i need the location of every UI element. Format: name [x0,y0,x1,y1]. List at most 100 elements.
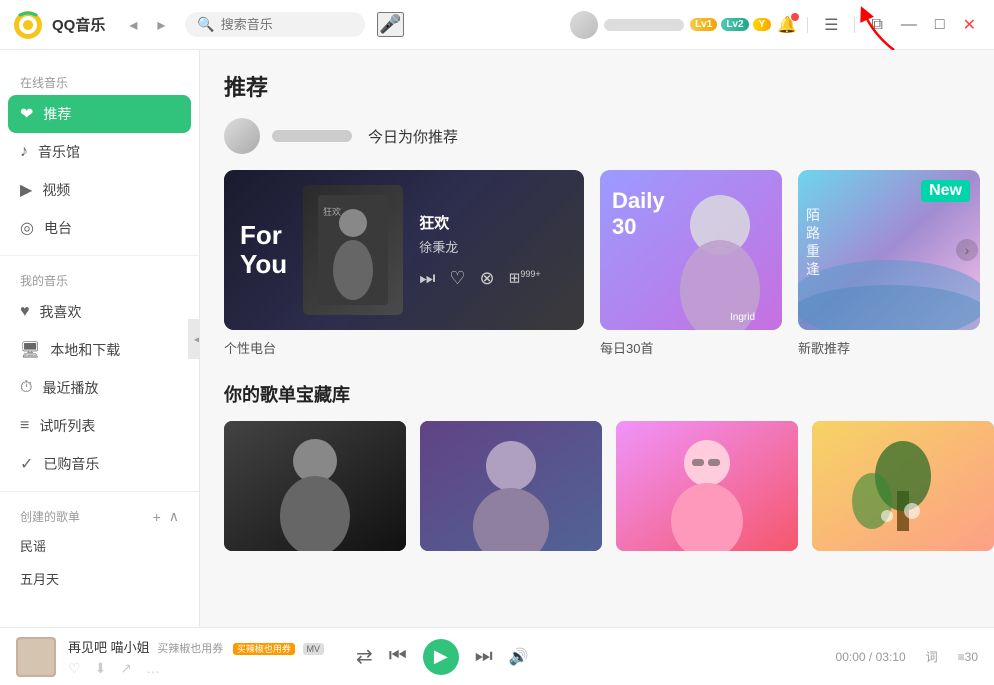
like-button[interactable]: ♡ [449,268,465,289]
next-track-button[interactable]: ⏭ [419,268,435,289]
search-bar: 🔍 [185,12,365,37]
mv-badge: MV [303,643,325,655]
daily-card-visual: Daily 30 Ingrid [600,170,782,330]
svg-text:重: 重 [806,243,820,259]
menu-button[interactable]: ☰ [818,13,844,37]
player-download-icon[interactable]: ⬇ [95,660,107,677]
close-button[interactable]: ✕ [957,13,982,37]
recommend-label: 今日为你推荐 [368,126,458,147]
svg-text:Ingrid: Ingrid [730,312,755,323]
user-area: Lv1 Lv2 Y 🔔 ☰ ⧉ — □ ✕ [570,11,982,39]
mic-button[interactable]: 🎤 [377,12,403,37]
player-more-icon[interactable]: … [146,660,160,677]
dislike-button[interactable]: ⊗ [480,268,495,289]
for-you-album-art: 狂欢 [303,185,403,315]
sidebar-item-radio[interactable]: ◎ 电台 [0,209,199,247]
my-section-title: 我的音乐 [0,264,199,293]
sidebar-item-label: 已购音乐 [43,454,99,474]
for-you-card[interactable]: ForYou 狂欢 [224,170,584,330]
y-badge: Y [753,18,772,31]
playlist-thumb-4[interactable] [812,421,994,551]
section-actions: + ∧ [153,508,179,525]
share-button[interactable]: ⊞999+ [509,269,541,287]
lyrics-button[interactable]: 词 [926,648,938,665]
player-artist-inline: 买辣椒也用券 [157,643,223,655]
daily-card-wrapper: Daily 30 Ingrid 每日30首 [600,170,782,357]
playlist-item-minyao[interactable]: 民谣 [0,529,199,562]
recommend-icon: ❤ [20,104,33,124]
new-songs-label: 新歌推荐 [798,338,980,357]
back-button[interactable]: ◂ [121,13,145,37]
sidebar-item-local[interactable]: 🖥 本地和下载 [0,331,199,369]
radio-icon: ◎ [20,218,34,238]
sidebar-item-recommend[interactable]: ❤ 推荐 [8,95,191,133]
level-badges: Lv1 Lv2 Y [690,18,771,31]
cards-row: ForYou 狂欢 [224,170,970,357]
sidebar-item-trial[interactable]: ≡ 试听列表 [0,407,199,445]
new-card[interactable]: 陌 路 重 逢 New 新歌推荐 [798,170,980,357]
coupon-badge: 买辣椒也用券 [233,643,295,655]
player-bar: 再见吧 喵小姐 买辣椒也用券 买辣椒也用券 MV ♡ ⬇ ↗ … ⇄ ⏮ ▶ ⏭… [0,627,994,685]
sidebar-collapse-button[interactable]: ◂ [188,319,200,359]
sidebar-item-purchased[interactable]: ✓ 已购音乐 [0,445,199,483]
pip-button[interactable]: ⧉ [865,14,888,36]
sidebar-item-label: 最近播放 [42,378,98,398]
playlist-item-mayday[interactable]: 五月天 [0,562,199,595]
sidebar-item-favorites[interactable]: ♥ 我喜欢 [0,293,199,331]
playlist-count-button[interactable]: ≡30 [958,650,978,664]
playlist-visual-4 [812,421,994,551]
divider [807,17,808,33]
playlist-thumb-1[interactable] [224,421,406,551]
logo-icon [12,9,44,41]
playlist-visual-3 [616,421,798,551]
playlist-section-title: 你的歌单宝藏库 [224,381,970,407]
desktop-icon: 🖥 [20,340,40,360]
shuffle-button[interactable]: ⇄ [356,644,373,669]
svg-text:30: 30 [612,214,636,239]
for-you-title: ForYou [240,221,287,278]
recommend-header: 今日为你推荐 [224,118,970,154]
playlist-thumb-2[interactable] [420,421,602,551]
prev-button[interactable]: ⏮ [389,645,407,668]
player-info: 再见吧 喵小姐 买辣椒也用券 买辣椒也用券 MV ♡ ⬇ ↗ … [68,637,324,677]
new-badge: New [921,180,970,202]
svg-text:陌: 陌 [806,207,820,223]
for-you-song-info: 狂欢 徐秉龙 ⏭ ♡ ⊗ ⊞999+ [419,212,568,289]
player-share-icon[interactable]: ↗ [120,660,132,677]
sidebar-divider-2 [0,491,199,492]
daily-card[interactable]: Daily 30 Ingrid 每日30首 [600,170,782,357]
maximize-button[interactable]: □ [929,14,951,36]
sidebar-item-video[interactable]: ▶ 视频 [0,171,199,209]
new-card-img: 陌 路 重 逢 New [798,170,980,330]
next-button[interactable]: ⏭ [475,645,493,668]
forward-button[interactable]: ▸ [149,13,173,37]
logo-area: QQ音乐 [12,9,105,41]
add-playlist-button[interactable]: + [153,508,161,525]
created-section-title: 创建的歌单 [20,508,80,525]
sidebar-item-label: 视频 [42,180,70,200]
sidebar: 在线音乐 ❤ 推荐 ♪ 音乐馆 ▶ 视频 ◎ 电台 我的音乐 ♥ 我喜欢 🖥 本… [0,50,200,627]
check-icon: ✓ [20,454,33,474]
notification-icon[interactable]: 🔔 [777,15,797,35]
search-input[interactable] [221,17,351,32]
svg-text:狂欢: 狂欢 [323,206,341,217]
sidebar-item-music-hall[interactable]: ♪ 音乐馆 [0,133,199,171]
lv2-badge: Lv2 [721,18,748,31]
player-heart-icon[interactable]: ♡ [68,660,81,677]
for-you-card-wrapper: ForYou 狂欢 [224,170,584,357]
sidebar-item-label: 试听列表 [39,416,95,436]
sidebar-divider-1 [0,255,199,256]
collapse-section-button[interactable]: ∧ [169,508,179,525]
player-action-icons: ♡ ⬇ ↗ … [68,660,324,677]
avatar[interactable] [570,11,598,39]
playlist-thumb-3[interactable] [616,421,798,551]
sidebar-item-recent[interactable]: ⏱ 最近播放 [0,369,199,407]
cards-next-button[interactable]: › [956,239,978,261]
play-pause-button[interactable]: ▶ [423,639,459,675]
player-song-title: 再见吧 喵小姐 买辣椒也用券 买辣椒也用券 MV [68,637,324,656]
volume-button[interactable]: 🔊 [509,647,529,667]
for-you-title-text: ForYou [240,221,287,278]
minimize-button[interactable]: — [895,14,923,36]
video-icon: ▶ [20,180,32,200]
main-area: 在线音乐 ❤ 推荐 ♪ 音乐馆 ▶ 视频 ◎ 电台 我的音乐 ♥ 我喜欢 🖥 本… [0,50,994,627]
